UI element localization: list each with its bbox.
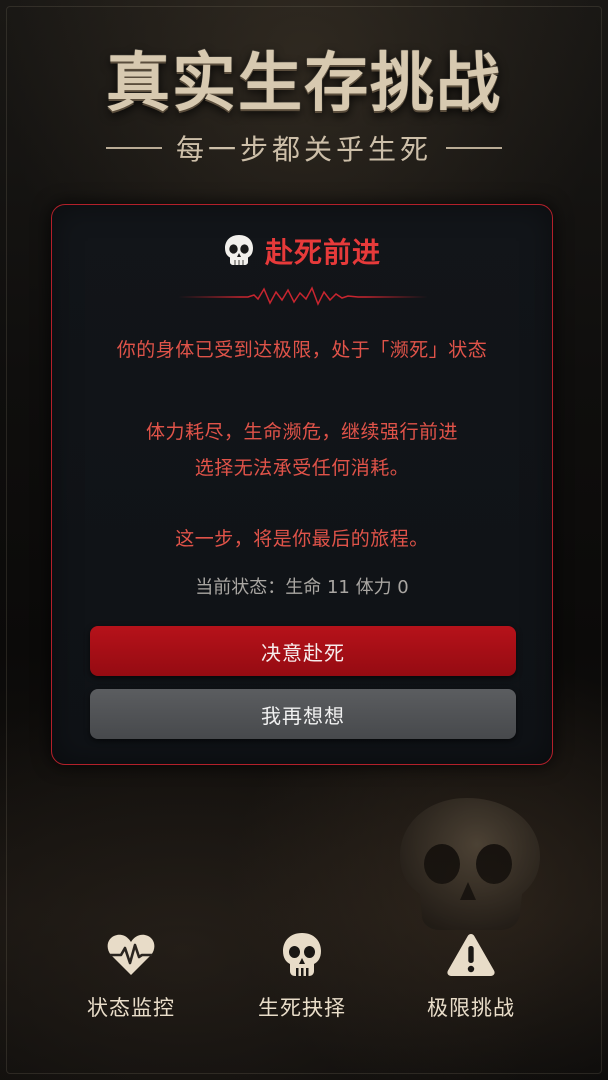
subtitle-row: 每一步都关乎生死 <box>0 128 608 168</box>
nav-label: 极限挑战 <box>427 996 515 1020</box>
nav-item-status-monitor[interactable]: 状态监控 <box>51 930 211 1030</box>
dialog-header: 赴死前进 <box>52 231 552 271</box>
death-confirm-dialog: 赴死前进 你的身体已受到达极限，处于「濒死」状态 体力耗尽，生命濒危，继续强行前… <box>51 204 553 765</box>
current-status: 当前状态：生命 11 体力 0 <box>195 577 409 598</box>
page-subtitle: 每一步都关乎生死 <box>175 133 432 166</box>
heartbeat-icon <box>105 930 157 980</box>
bottom-nav: 状态监控 生死抉择 极限挑战 <box>0 930 608 1030</box>
warning-icon <box>445 930 497 980</box>
reconsider-button[interactable]: 我再想想 <box>90 689 516 739</box>
background-skull-illustration <box>400 798 540 930</box>
nav-label: 生死抉择 <box>258 996 346 1020</box>
skull-icon <box>224 235 253 265</box>
subtitle-divider-left <box>105 147 162 149</box>
subtitle-divider-right <box>446 147 502 149</box>
heartbeat-divider <box>178 286 428 306</box>
dialog-line-3: 选择无法承受任何消耗。 <box>194 457 410 479</box>
dialog-line-4: 这一步，将是你最后的旅程。 <box>175 528 429 550</box>
dialog-line-1: 你的身体已受到达极限，处于「濒死」状态 <box>116 339 488 361</box>
nav-item-extreme-challenge[interactable]: 极限挑战 <box>391 930 551 1030</box>
skull-icon <box>276 930 328 980</box>
dialog-line-2: 体力耗尽，生命濒危，继续强行前进 <box>145 421 458 443</box>
page-title: 真实生存挑战 <box>106 46 502 121</box>
nav-item-life-death-choice[interactable]: 生死抉择 <box>222 930 382 1030</box>
nav-label: 状态监控 <box>87 996 175 1020</box>
dialog-title: 赴死前进 <box>264 236 381 269</box>
confirm-death-button[interactable]: 决意赴死 <box>90 626 516 676</box>
